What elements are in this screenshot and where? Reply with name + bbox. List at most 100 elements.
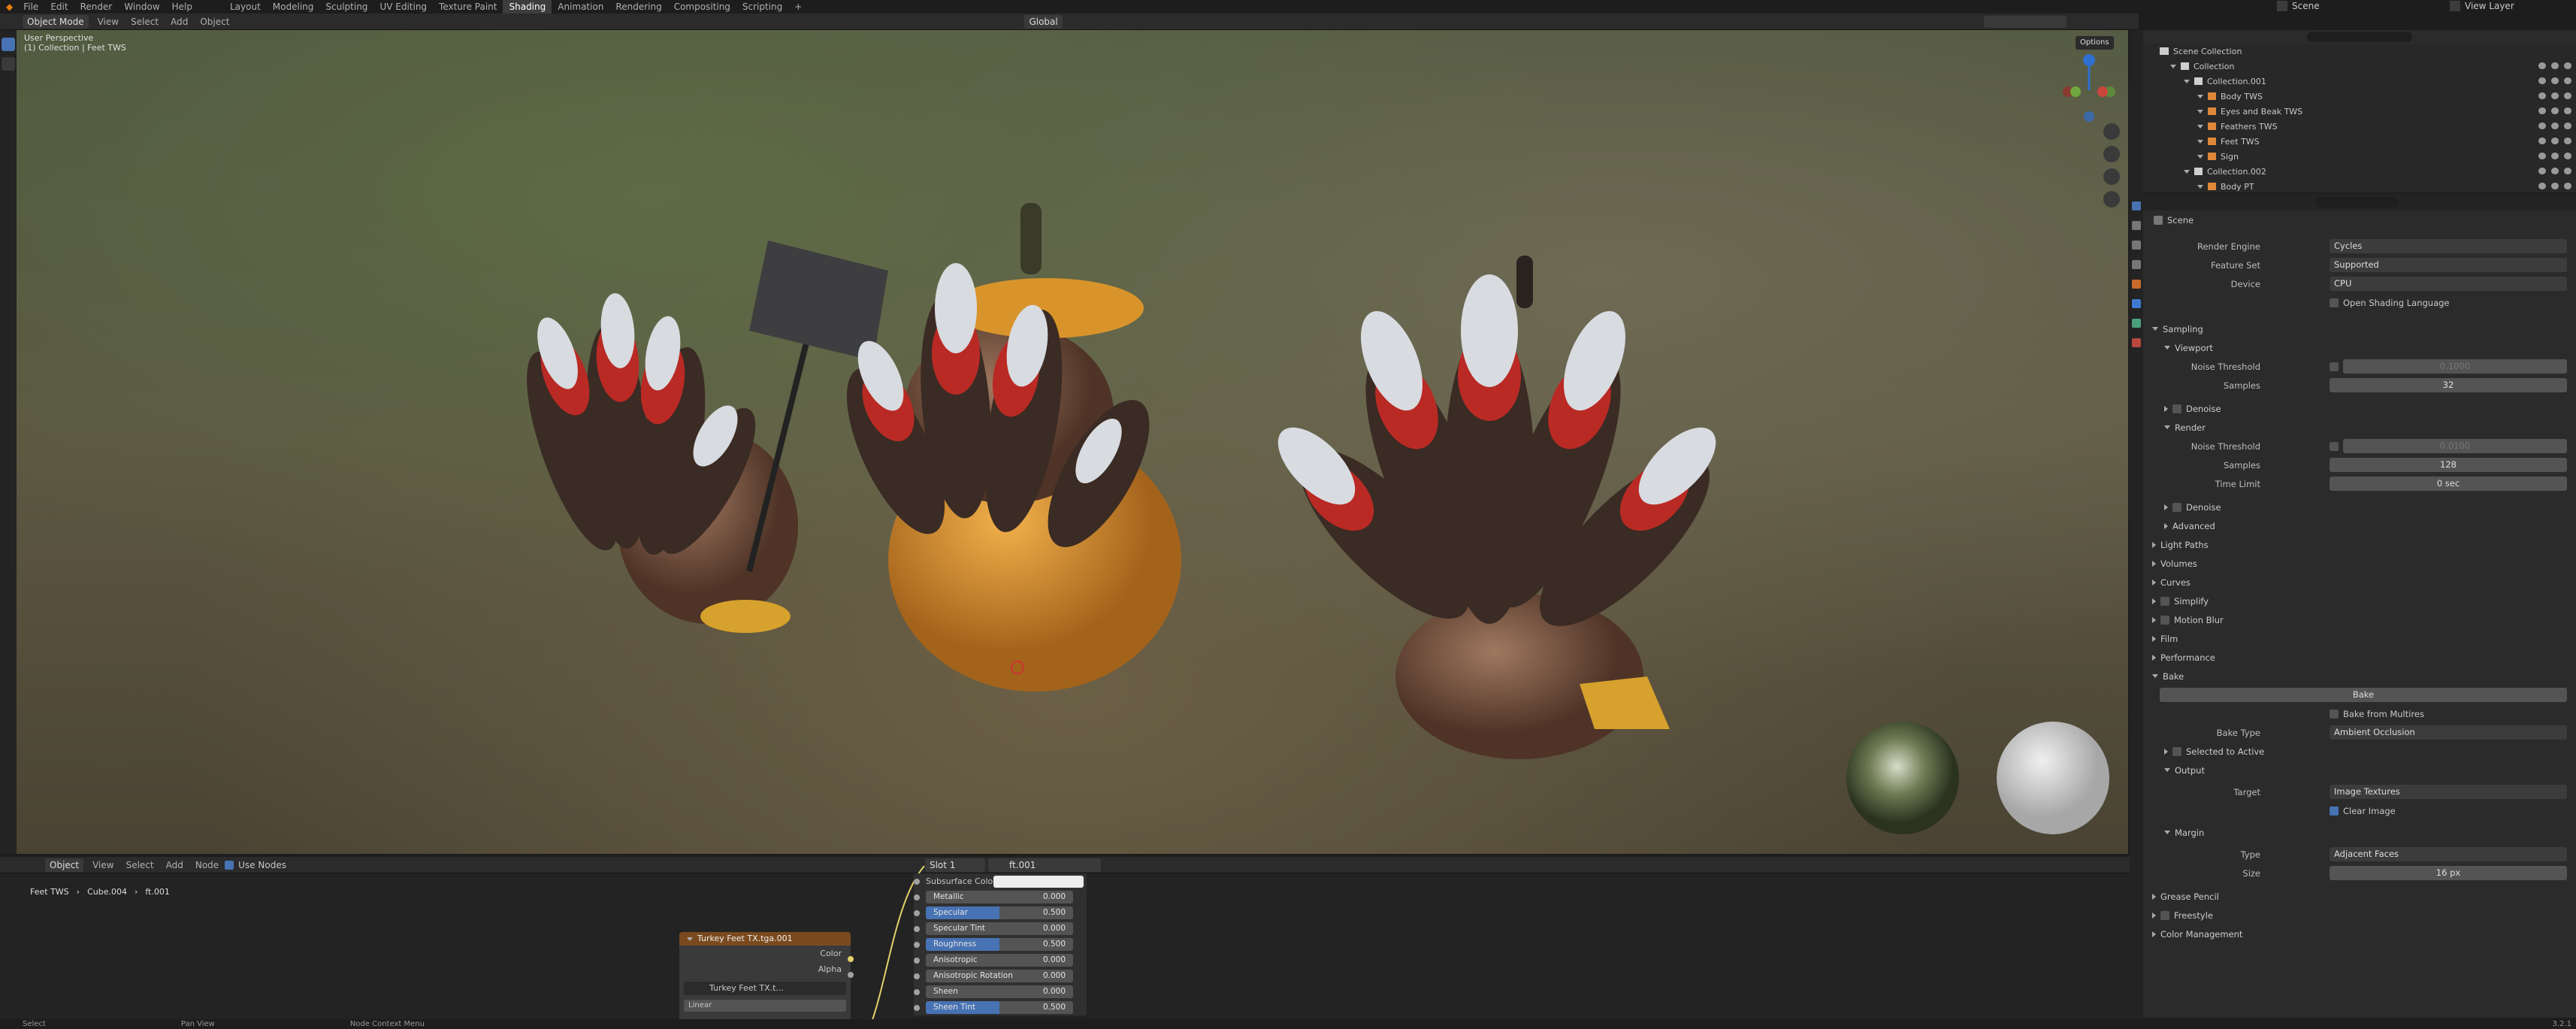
visibility-toggles[interactable] xyxy=(2533,62,2571,71)
tab-rendering[interactable]: Rendering xyxy=(609,0,667,14)
viewport-subpanel[interactable]: Viewport xyxy=(2143,338,2576,357)
material-slot-dropdown[interactable]: Slot 1 xyxy=(924,858,985,872)
viewport-noise-threshold-field[interactable]: 0.1000 xyxy=(2343,359,2567,374)
bsdf-slider-anisotropic-rotation[interactable]: Anisotropic Rotation 0.000 xyxy=(926,970,1073,982)
panel-curves[interactable]: Curves xyxy=(2143,573,2576,592)
node-object-dropdown[interactable]: Object xyxy=(45,858,84,872)
image-datablock-selector[interactable]: Turkey Feet TX.t... xyxy=(684,982,846,995)
panel-volumes[interactable]: Volumes xyxy=(2143,554,2576,573)
input-socket[interactable] xyxy=(914,925,920,932)
render-engine-dropdown[interactable]: Cycles xyxy=(2330,239,2567,253)
scene-selector[interactable]: Scene xyxy=(2277,1,2320,11)
outliner-item[interactable]: Feathers TWS xyxy=(2143,119,2576,134)
tab-modeling[interactable]: Modeling xyxy=(267,0,320,14)
transform-orientation-dropdown[interactable]: Global xyxy=(1024,14,1063,29)
expand-arrow-icon[interactable] xyxy=(2197,94,2203,98)
panel-color-management[interactable]: Color Management xyxy=(2143,925,2576,943)
properties-search-input[interactable] xyxy=(2316,197,2399,207)
render-properties-tab-icon[interactable] xyxy=(2132,201,2141,210)
image-node-header[interactable]: Turkey Feet TX.tga.001 xyxy=(679,932,851,946)
input-socket[interactable] xyxy=(914,941,920,948)
input-socket[interactable] xyxy=(914,988,920,995)
panel-light-paths[interactable]: Light Paths xyxy=(2143,535,2576,554)
expand-arrow-icon[interactable] xyxy=(2197,154,2203,159)
tab-texture-paint[interactable]: Texture Paint xyxy=(433,0,503,14)
viewport-menu-select[interactable]: Select xyxy=(125,15,165,29)
r-denoise-subpanel[interactable]: Denoise xyxy=(2143,498,2576,516)
bsdf-slider-sheen-tint[interactable]: Sheen Tint 0.500 xyxy=(926,1001,1073,1014)
bsdf-slider-specular[interactable]: Specular 0.500 xyxy=(926,906,1073,919)
bake-type-dropdown[interactable]: Ambient Occlusion xyxy=(2330,725,2567,740)
visibility-toggles[interactable] xyxy=(2533,122,2571,132)
data-tab-icon[interactable] xyxy=(2132,319,2141,328)
input-socket[interactable] xyxy=(914,909,920,916)
panel-checkbox[interactable] xyxy=(2160,910,2169,920)
tab-animation[interactable]: Animation xyxy=(552,0,609,14)
bake-panel[interactable]: Bake xyxy=(2143,667,2576,685)
visibility-toggles[interactable] xyxy=(2533,152,2571,162)
image-texture-node[interactable]: Turkey Feet TX.tga.001 Color Alpha Turke… xyxy=(679,932,851,1022)
target-dropdown[interactable]: Image Textures xyxy=(2330,785,2567,799)
visibility-toggles[interactable] xyxy=(2533,137,2571,147)
tab-layout[interactable]: Layout xyxy=(224,0,267,14)
visibility-toggles[interactable] xyxy=(2533,77,2571,86)
margin-type-dropdown[interactable]: Adjacent Faces xyxy=(2330,847,2567,861)
panel-checkbox[interactable] xyxy=(2160,615,2169,625)
viewport-nav-buttons[interactable] xyxy=(2103,123,2120,207)
expand-arrow-icon[interactable] xyxy=(2197,184,2203,189)
osl-checkbox[interactable]: Open Shading Language xyxy=(2330,298,2450,308)
shading-mode-buttons[interactable] xyxy=(1984,16,2067,28)
modifier-tab-icon[interactable] xyxy=(2132,299,2141,308)
panel-checkbox[interactable] xyxy=(2160,596,2169,606)
expand-arrow-icon[interactable] xyxy=(2197,139,2203,144)
input-socket[interactable] xyxy=(914,957,920,964)
visibility-toggles[interactable] xyxy=(2533,92,2571,101)
visibility-toggles[interactable] xyxy=(2533,167,2571,177)
3d-viewport[interactable]: User Perspective (1) Collection | Feet T… xyxy=(17,30,2128,854)
bsdf-slider-metallic[interactable]: Metallic 0.000 xyxy=(926,891,1073,903)
time-limit-field[interactable]: 0 sec xyxy=(2330,477,2567,491)
node-menu-select[interactable]: Select xyxy=(120,858,160,872)
viewport-menu-view[interactable]: View xyxy=(92,15,125,29)
outliner-item[interactable]: Feet TWS xyxy=(2143,134,2576,149)
panel-freestyle[interactable]: Freestyle xyxy=(2143,906,2576,925)
outliner-item[interactable]: Collection.002 xyxy=(2143,164,2576,179)
outliner-search-input[interactable] xyxy=(2307,32,2412,42)
blender-logo-icon[interactable]: ◆ xyxy=(6,2,13,12)
input-socket[interactable] xyxy=(914,1004,920,1011)
subsurface-color-swatch[interactable] xyxy=(993,875,1084,888)
viewport-samples-field[interactable]: 32 xyxy=(2330,378,2567,392)
bsdf-slider-specular-tint[interactable]: Specular Tint 0.000 xyxy=(926,922,1073,935)
bake-button[interactable]: Bake xyxy=(2160,688,2567,702)
tab-uv-editing[interactable]: UV Editing xyxy=(373,0,433,14)
output-properties-tab-icon[interactable] xyxy=(2132,221,2141,230)
feature-set-dropdown[interactable]: Supported xyxy=(2330,258,2567,272)
render-subpanel[interactable]: Render xyxy=(2143,418,2576,437)
menu-edit[interactable]: Edit xyxy=(44,0,74,14)
view-layer-tab-icon[interactable] xyxy=(2132,241,2141,250)
tab-compositing[interactable]: Compositing xyxy=(668,0,736,14)
input-socket[interactable] xyxy=(914,973,920,979)
interpolation-dropdown[interactable]: Linear xyxy=(684,1000,846,1012)
alpha-output-socket[interactable] xyxy=(848,972,854,978)
viewport-menu-add[interactable]: Add xyxy=(165,15,194,29)
expand-arrow-icon[interactable] xyxy=(2184,169,2190,174)
device-dropdown[interactable]: CPU xyxy=(2330,277,2567,291)
select-tool-icon[interactable] xyxy=(2,38,15,51)
expand-arrow-icon[interactable] xyxy=(2184,79,2190,83)
panel-simplify[interactable]: Simplify xyxy=(2143,592,2576,610)
tab-sculpting[interactable]: Sculpting xyxy=(319,0,373,14)
node-menu-add[interactable]: Add xyxy=(160,858,189,872)
node-menu-view[interactable]: View xyxy=(86,858,119,872)
tab-shading[interactable]: Shading xyxy=(503,0,552,14)
outliner-item[interactable]: Body TWS xyxy=(2143,89,2576,104)
expand-arrow-icon[interactable] xyxy=(2197,109,2203,113)
menu-window[interactable]: Window xyxy=(118,0,165,14)
bake-multires-checkbox[interactable]: Bake from Multires xyxy=(2330,709,2424,719)
panel-film[interactable]: Film xyxy=(2143,629,2576,648)
color-output-socket[interactable] xyxy=(848,956,854,962)
outliner-item[interactable]: Collection.001 xyxy=(2143,74,2576,89)
render-samples-field[interactable]: 128 xyxy=(2330,458,2567,472)
advanced-subpanel[interactable]: Advanced xyxy=(2143,516,2576,535)
panel-motion-blur[interactable]: Motion Blur xyxy=(2143,610,2576,629)
